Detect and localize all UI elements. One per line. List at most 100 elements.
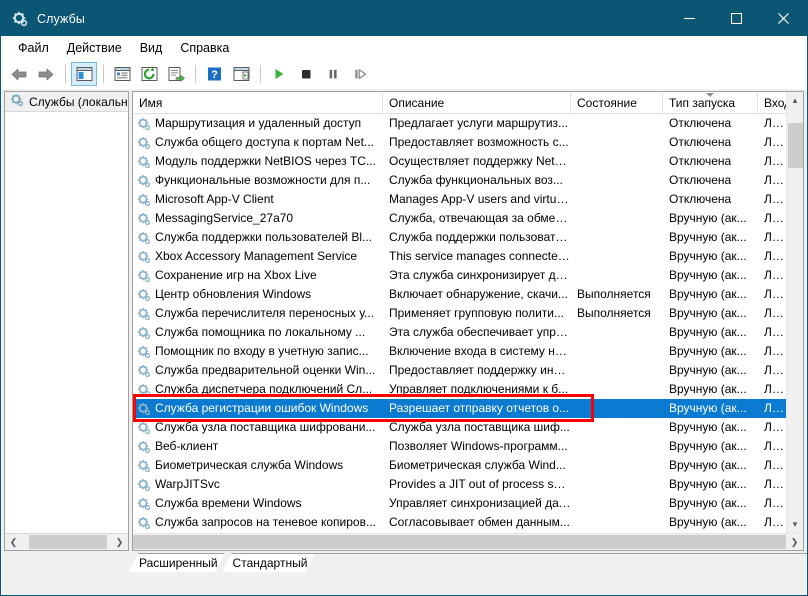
cell-logon-as: Лока. [758, 399, 786, 418]
maximize-icon[interactable] [713, 1, 760, 36]
scroll-right-icon[interactable]: ❯ [111, 534, 128, 550]
table-row[interactable]: Служба узла поставщика шифровани...Служб… [133, 418, 786, 437]
vscroll-thumb[interactable] [788, 123, 803, 168]
service-name-label: Помощник по входу в учетную запис... [155, 342, 369, 361]
cell-service-name: Помощник по входу в учетную запис... [133, 342, 383, 361]
table-row[interactable]: Xbox Accessory Management ServiceThis se… [133, 247, 786, 266]
tab-extended[interactable]: Расширенный [129, 553, 225, 572]
cell-service-name: Маршрутизация и удаленный доступ [133, 114, 383, 133]
forward-icon[interactable] [33, 62, 59, 86]
column-header-state[interactable]: Состояние [571, 92, 663, 113]
table-row[interactable]: Служба общего доступа к портам Net...Пре… [133, 133, 786, 152]
cell-startup-type: Вручную (ак... [663, 342, 758, 361]
cell-service-name: Служба запросов на теневое копиров... [133, 513, 383, 532]
table-row[interactable]: Microsoft App-V ClientManages App-V user… [133, 190, 786, 209]
cell-description: Управляет синхронизацией дат... [383, 494, 571, 513]
view-tabs: Расширенный Стандартный [1, 551, 807, 572]
tree-horizontal-scrollbar[interactable]: ❮ ❯ [5, 533, 128, 550]
table-row[interactable]: Служба предварительной оценки Win...Пред… [133, 361, 786, 380]
list-hscroll-thumb[interactable] [133, 535, 786, 549]
cell-service-name: Служба диспетчера подключений Сл... [133, 380, 383, 399]
properties-icon[interactable] [109, 62, 135, 86]
cell-state: Выполняется [571, 285, 663, 304]
restart-service-icon[interactable] [347, 62, 373, 86]
tab-standard[interactable]: Стандартный [223, 553, 315, 572]
list-hscroll-track[interactable] [133, 534, 786, 550]
services-rows: Маршрутизация и удаленный доступПредлага… [133, 114, 786, 533]
table-row[interactable]: Служба запросов на теневое копиров...Сог… [133, 513, 786, 532]
menu-help[interactable]: Справка [171, 37, 238, 59]
menu-action[interactable]: Действие [58, 37, 131, 59]
cell-logon-as: Лока. [758, 285, 786, 304]
column-header-logon-as[interactable]: Вход [758, 92, 786, 113]
cell-service-name: Служба общего доступа к портам Net... [133, 133, 383, 152]
export-list-icon[interactable] [163, 62, 189, 86]
cell-service-name: Модуль поддержки NetBIOS через TC... [133, 152, 383, 171]
table-row[interactable]: Маршрутизация и удаленный доступПредлага… [133, 114, 786, 133]
show-action-pane-icon[interactable] [228, 62, 254, 86]
tab-standard-label: Стандартный [233, 556, 308, 570]
table-row[interactable]: MessagingService_27a70Служба, отвечающая… [133, 209, 786, 228]
tree-hscroll-thumb[interactable] [29, 535, 107, 549]
cell-startup-type: Вручную (ак... [663, 228, 758, 247]
scroll-left-icon[interactable]: ❮ [5, 534, 22, 550]
start-service-icon[interactable] [266, 62, 292, 86]
service-name-label: Служба диспетчера подключений Сл... [155, 380, 372, 399]
column-header-startup-type[interactable]: Тип запуска [663, 92, 758, 113]
toolbar-separator [65, 65, 66, 83]
service-name-label: Функциональные возможности для п... [155, 171, 370, 190]
table-row[interactable]: Веб-клиентПозволяет Windows-программ...В… [133, 437, 786, 456]
help-icon[interactable]: ? [201, 62, 227, 86]
list-horizontal-scrollbar[interactable]: ❯ [133, 533, 803, 550]
table-row[interactable]: Функциональные возможности для п...Служб… [133, 171, 786, 190]
scroll-right-icon[interactable]: ❯ [786, 534, 803, 550]
column-header-description[interactable]: Описание [383, 92, 571, 113]
table-row[interactable]: Служба перечислителя переносных у...Прим… [133, 304, 786, 323]
cell-description: Служба поддержки пользовате... [383, 228, 571, 247]
back-icon[interactable] [6, 62, 32, 86]
table-row[interactable]: Помощник по входу в учетную запис...Вклю… [133, 342, 786, 361]
refresh-icon[interactable] [136, 62, 162, 86]
table-row[interactable]: Центр обновления WindowsВключает обнаруж… [133, 285, 786, 304]
show-hide-tree-icon[interactable] [71, 62, 97, 86]
table-row[interactable]: Биометрическая служба WindowsБиометричес… [133, 456, 786, 475]
cell-service-name: Служба помощника по локальному ... [133, 323, 383, 342]
scroll-up-icon[interactable]: ▴ [787, 92, 803, 109]
table-row[interactable]: Служба регистрации ошибок WindowsРазреша… [133, 399, 786, 418]
table-row[interactable]: Модуль поддержки NetBIOS через TC...Осущ… [133, 152, 786, 171]
service-name-label: Microsoft App-V Client [155, 190, 274, 209]
table-row[interactable]: Служба помощника по локальному ...Эта сл… [133, 323, 786, 342]
column-header-name[interactable]: Имя [133, 92, 383, 113]
cell-service-name: Xbox Accessory Management Service [133, 247, 383, 266]
table-row[interactable]: WarpJITSvcProvides a JIT out of process … [133, 475, 786, 494]
scroll-down-icon[interactable]: ▾ [787, 516, 803, 533]
minimize-icon[interactable] [666, 1, 713, 36]
cell-startup-type: Вручную (ак... [663, 456, 758, 475]
menu-view[interactable]: Вид [131, 37, 172, 59]
cell-service-name: Служба предварительной оценки Win... [133, 361, 383, 380]
services-gear-icon [11, 10, 29, 28]
column-headers: Имя Описание Состояние Тип запуска Вход [133, 92, 786, 114]
cell-startup-type: Вручную (ак... [663, 475, 758, 494]
table-row[interactable]: Сохранение игр на Xbox LiveЭта служба си… [133, 266, 786, 285]
pause-service-icon[interactable] [320, 62, 346, 86]
list-vertical-scrollbar[interactable]: ▴ ▾ [786, 92, 803, 533]
close-icon[interactable] [760, 1, 807, 36]
cell-logon-as: Лока. [758, 133, 786, 152]
toolbar-separator [195, 65, 196, 83]
menu-file[interactable]: Файл [9, 37, 58, 59]
service-name-label: Служба запросов на теневое копиров... [155, 513, 376, 532]
service-name-label: Служба поддержки пользователей Bl... [155, 228, 372, 247]
cell-service-name: MessagingService_27a70 [133, 209, 383, 228]
stop-service-icon[interactable] [293, 62, 319, 86]
table-row[interactable]: Служба поддержки пользователей Bl... Служ… [133, 228, 786, 247]
table-row[interactable]: Служба времени WindowsУправляет синхрони… [133, 494, 786, 513]
cell-startup-type: Вручную (ак... [663, 399, 758, 418]
tree-hscroll-track[interactable] [22, 534, 111, 550]
vscroll-track[interactable] [787, 109, 803, 516]
table-row[interactable]: Служба диспетчера подключений Сл...Управ… [133, 380, 786, 399]
cell-startup-type: Отключена [663, 190, 758, 209]
window-title: Службы [37, 12, 85, 26]
tree-item-services-local[interactable]: Службы (локальн [5, 92, 128, 112]
cell-description: Применяет групповую полити... [383, 304, 571, 323]
